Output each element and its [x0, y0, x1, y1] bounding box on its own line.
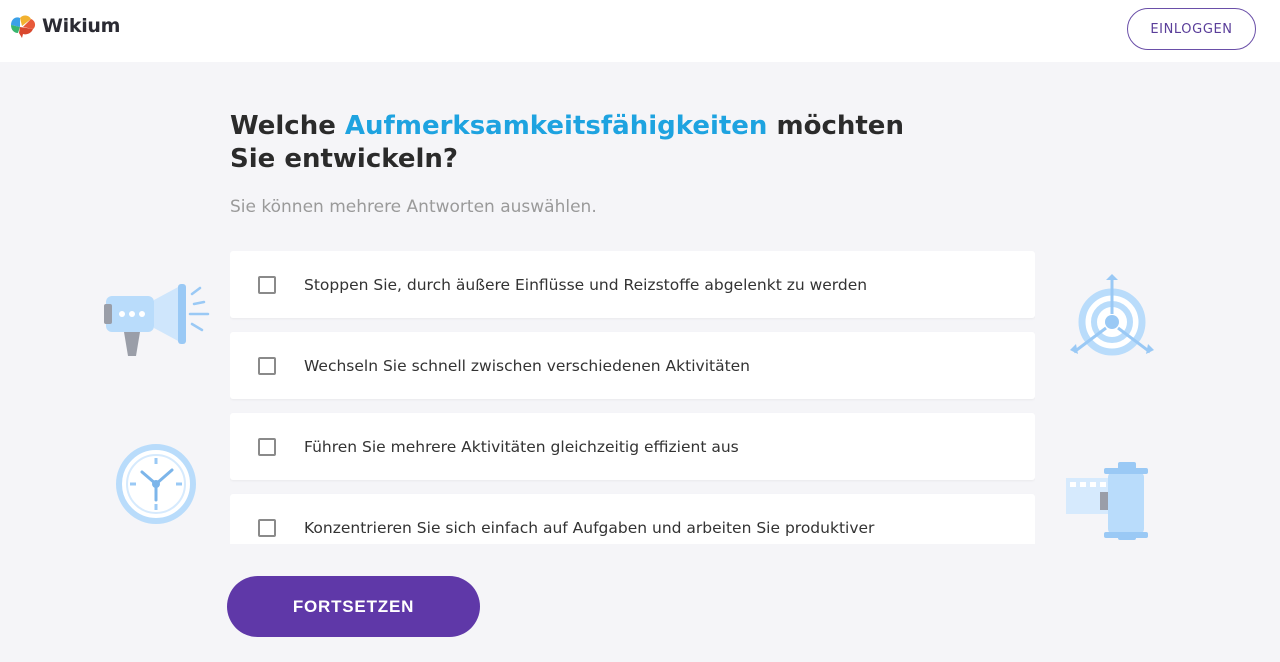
options-list: Stoppen Sie, durch äußere Einflüsse und …	[230, 251, 1035, 544]
page-title: Welche Aufmerksamkeitsfähigkeiten möchte…	[230, 110, 950, 176]
option-label: Stoppen Sie, durch äußere Einflüsse und …	[304, 275, 868, 294]
brain-logo-icon	[11, 15, 36, 38]
logo-text: Wikium	[42, 15, 121, 37]
option-item[interactable]: Konzentrieren Sie sich einfach auf Aufga…	[230, 494, 1035, 544]
top-bar: Wikium EINLOGGEN	[0, 0, 1280, 62]
option-item[interactable]: Führen Sie mehrere Aktivitäten gleichzei…	[230, 413, 1035, 480]
option-label: Wechseln Sie schnell zwischen verschiede…	[304, 356, 751, 375]
option-checkbox[interactable]	[258, 518, 276, 537]
option-label: Führen Sie mehrere Aktivitäten gleichzei…	[304, 437, 739, 456]
continue-button[interactable]: FORTSETZEN	[227, 576, 480, 637]
megaphone-icon	[104, 284, 210, 356]
subtitle: Sie können mehrere Antworten auswählen.	[230, 197, 597, 217]
clock-icon	[116, 444, 196, 524]
option-item[interactable]: Wechseln Sie schnell zwischen verschiede…	[230, 332, 1035, 399]
film-roll-icon	[1066, 462, 1148, 540]
option-checkbox[interactable]	[258, 356, 276, 375]
title-text-before: Welche	[230, 111, 345, 141]
option-item[interactable]: Stoppen Sie, durch äußere Einflüsse und …	[230, 251, 1035, 318]
option-label: Konzentrieren Sie sich einfach auf Aufga…	[304, 518, 875, 537]
option-checkbox[interactable]	[258, 275, 276, 294]
option-checkbox[interactable]	[258, 437, 276, 456]
target-icon	[1070, 274, 1154, 356]
title-accent: Aufmerksamkeitsfähigkeiten	[344, 111, 768, 141]
logo[interactable]: Wikium	[8, 13, 120, 39]
login-button[interactable]: EINLOGGEN	[1127, 8, 1256, 50]
